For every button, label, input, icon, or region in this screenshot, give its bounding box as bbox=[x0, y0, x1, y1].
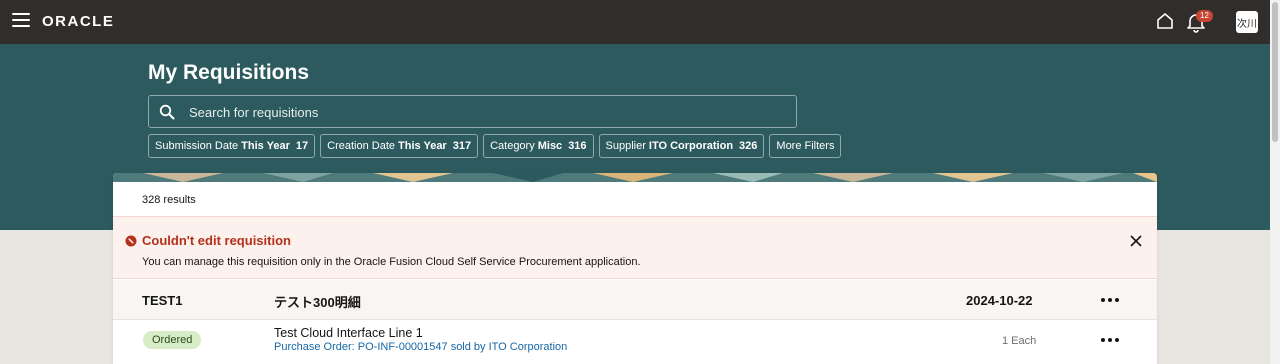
filter-label: More Filters bbox=[776, 140, 835, 152]
more-actions-icon[interactable] bbox=[1101, 335, 1123, 345]
filter-count: 316 bbox=[568, 140, 587, 152]
filter-value: Misc bbox=[537, 140, 563, 152]
requisition-row[interactable]: TEST1 テスト300明細 2024-10-22 bbox=[113, 280, 1157, 320]
search-input[interactable] bbox=[189, 103, 779, 121]
error-icon bbox=[125, 235, 137, 247]
search-icon bbox=[159, 104, 175, 120]
filter-value: This Year bbox=[241, 140, 290, 152]
filter-value: This Year bbox=[398, 140, 447, 152]
requisition-line-row[interactable]: Ordered Test Cloud Interface Line 1 Purc… bbox=[113, 320, 1157, 364]
close-icon[interactable] bbox=[1129, 234, 1143, 248]
notification-count-badge: 12 bbox=[1196, 10, 1213, 22]
filter-label: Category bbox=[490, 140, 535, 152]
filter-label: Supplier bbox=[605, 140, 646, 152]
line-title: Test Cloud Interface Line 1 bbox=[274, 326, 423, 340]
filter-category[interactable]: Category Misc 316 bbox=[483, 134, 594, 158]
filter-label: Submission Date bbox=[155, 140, 239, 152]
global-header: ORACLE 12 次川 bbox=[0, 0, 1270, 44]
filter-value: ITO Corporation bbox=[648, 140, 734, 152]
filter-supplier[interactable]: Supplier ITO Corporation 326 bbox=[598, 134, 765, 158]
filter-count: 317 bbox=[452, 140, 472, 152]
error-title: Couldn't edit requisition bbox=[142, 233, 291, 248]
filter-label: Creation Date bbox=[327, 140, 395, 152]
results-card: 328 results Couldn't edit requisition Yo… bbox=[113, 173, 1157, 364]
filter-count: 17 bbox=[295, 140, 309, 152]
decorative-banner bbox=[113, 173, 1157, 182]
filter-chips: Submission Date This Year 17 Creation Da… bbox=[148, 134, 842, 158]
search-field[interactable] bbox=[148, 95, 797, 128]
more-actions-icon[interactable] bbox=[1101, 295, 1123, 305]
filter-submission-date[interactable]: Submission Date This Year 17 bbox=[148, 134, 316, 158]
more-filters-button[interactable]: More Filters bbox=[769, 134, 842, 158]
requisition-id: TEST1 bbox=[142, 293, 183, 308]
filter-count: 326 bbox=[739, 140, 758, 152]
oracle-logo[interactable]: ORACLE bbox=[42, 13, 114, 30]
requisition-description: テスト300明細 bbox=[274, 295, 361, 310]
error-message-panel: Couldn't edit requisition You can manage… bbox=[113, 216, 1157, 279]
error-text: You can manage this requisition only in … bbox=[142, 256, 641, 268]
scrollbar-thumb[interactable] bbox=[1272, 2, 1278, 142]
user-avatar[interactable]: 次川 bbox=[1236, 11, 1258, 33]
requisition-date: 2024-10-22 bbox=[966, 293, 1033, 308]
menu-icon[interactable] bbox=[12, 13, 30, 29]
purchase-order-link[interactable]: Purchase Order: PO-INF-00001547 sold by … bbox=[274, 341, 567, 353]
results-count: 328 results bbox=[142, 194, 196, 206]
line-quantity: 1 Each bbox=[1002, 335, 1037, 347]
filter-creation-date[interactable]: Creation Date This Year 317 bbox=[320, 134, 479, 158]
home-icon[interactable] bbox=[1155, 11, 1175, 31]
status-badge: Ordered bbox=[143, 331, 202, 349]
page-title: My Requisitions bbox=[148, 61, 310, 84]
